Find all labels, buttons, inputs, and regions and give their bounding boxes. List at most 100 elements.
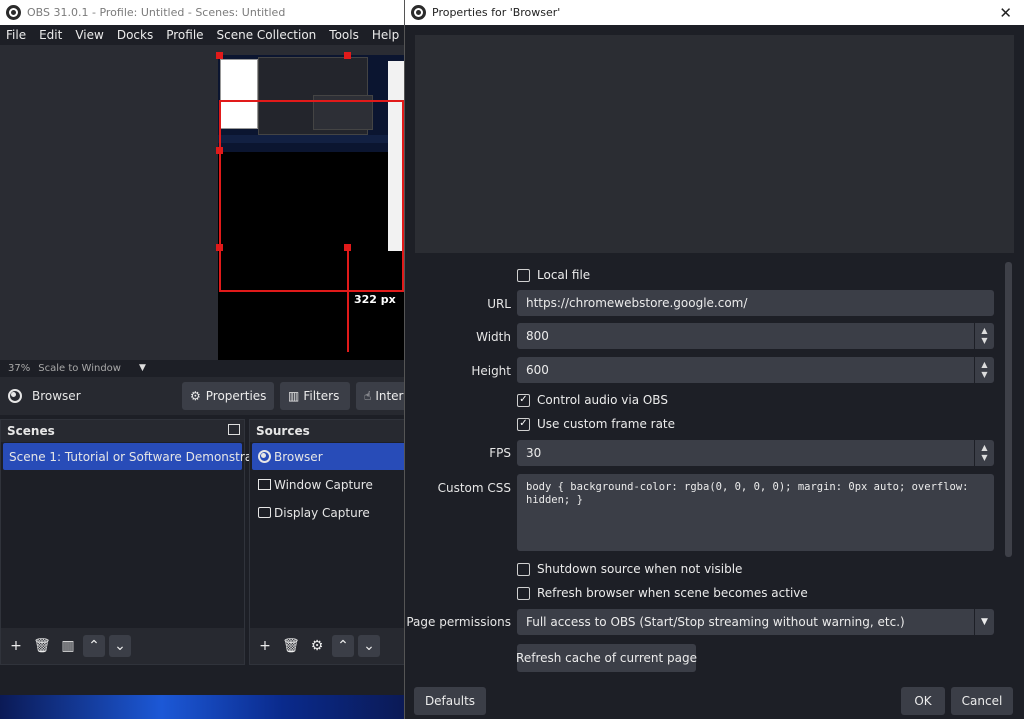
refresh-active-checkbox-row[interactable]: Refresh browser when scene becomes activ… — [517, 586, 808, 600]
fps-spinbox[interactable]: 30 ▲ ▼ — [517, 440, 994, 466]
obs-main-window: OBS 31.0.1 - Profile: Untitled - Scenes:… — [0, 0, 404, 719]
distance-guide-label: 322 px — [354, 293, 396, 306]
window-icon — [258, 479, 271, 490]
add-scene-icon[interactable]: + — [5, 635, 27, 657]
desktop-wallpaper-strip — [0, 695, 404, 719]
move-down-icon[interactable]: ⌄ — [358, 635, 380, 657]
refresh-cache-label: Refresh cache of current page — [516, 651, 697, 665]
transform-handle-top-left[interactable] — [216, 52, 223, 59]
program-preview[interactable] — [0, 45, 404, 360]
menu-view[interactable]: View — [75, 28, 103, 42]
trash-icon[interactable]: 🗑 — [280, 635, 302, 657]
control-audio-checkbox[interactable]: ✓ — [517, 393, 530, 407]
move-up-icon[interactable]: ⌃ — [83, 635, 105, 657]
width-label: Width — [476, 330, 511, 344]
source-item-browser[interactable]: Browser — [252, 443, 404, 470]
close-icon[interactable]: ✕ — [999, 4, 1012, 22]
zoom-level: 37% — [8, 362, 31, 374]
sources-dock-footer: + 🗑 ⚙ ⌃ ⌄ — [250, 628, 404, 664]
custom-fps-checkbox-row[interactable]: ✓ Use custom frame rate — [517, 417, 675, 431]
local-file-checkbox[interactable] — [517, 268, 530, 282]
control-audio-label: Control audio via OBS — [537, 393, 668, 407]
menu-bar: File Edit View Docks Profile Scene Colle… — [0, 25, 404, 45]
undock-icon[interactable] — [228, 424, 240, 435]
defaults-button[interactable]: Defaults — [414, 687, 486, 715]
filters-icon: ▥ — [288, 389, 300, 403]
gear-icon[interactable]: ⚙ — [306, 635, 328, 657]
ok-button[interactable]: OK — [901, 687, 945, 715]
refresh-cache-button[interactable]: Refresh cache of current page — [516, 644, 697, 672]
menu-edit[interactable]: Edit — [39, 28, 62, 42]
permissions-select[interactable]: Full access to OBS (Start/Stop streaming… — [517, 609, 994, 635]
spin-arrows-icon[interactable]: ▲ ▼ — [974, 440, 994, 466]
cancel-button[interactable]: Cancel — [951, 687, 1013, 715]
url-input[interactable]: https://chromewebstore.google.com/ — [517, 290, 994, 316]
trash-icon[interactable]: 🗑 — [31, 635, 53, 657]
menu-file[interactable]: File — [6, 28, 26, 42]
ok-label: OK — [914, 694, 932, 708]
chevron-down-icon[interactable]: ▼ — [139, 363, 146, 373]
chevron-down-icon[interactable]: ▼ — [974, 609, 994, 635]
menu-docks[interactable]: Docks — [117, 28, 153, 42]
scenes-dock: Scenes Scene 1: Tutorial or Software Dem… — [0, 419, 275, 665]
custom-fps-label: Use custom frame rate — [537, 417, 676, 431]
source-item-label: Window Capture — [274, 477, 373, 492]
properties-button-label: Properties — [205, 389, 267, 403]
transform-handle-left[interactable] — [216, 147, 223, 154]
transform-bounding-box[interactable] — [219, 100, 404, 292]
menu-help[interactable]: Help — [372, 28, 399, 42]
source-preview — [415, 35, 1014, 253]
globe-icon — [258, 450, 271, 463]
fps-value: 30 — [526, 446, 542, 460]
local-file-checkbox-row[interactable]: Local file — [517, 268, 590, 282]
scenes-dock-header: Scenes — [1, 420, 244, 442]
add-source-icon[interactable]: + — [254, 635, 276, 657]
move-up-icon[interactable]: ⌃ — [332, 635, 354, 657]
height-value: 600 — [526, 363, 549, 377]
filters-button[interactable]: ▥ Filters — [280, 382, 350, 410]
shutdown-checkbox[interactable] — [517, 562, 530, 576]
url-label: URL — [487, 297, 511, 311]
source-item-display-capture[interactable]: Display Capture — [252, 499, 404, 526]
refresh-active-checkbox[interactable] — [517, 586, 530, 600]
source-toolbar: Browser ⚙ Properties ▥ Filters ☝ Interac… — [0, 377, 404, 415]
interact-button-label: Interact — [375, 389, 404, 403]
height-label: Height — [471, 364, 511, 378]
width-spinbox[interactable]: 800 ▲ ▼ — [517, 323, 994, 349]
dialog-titlebar: Properties for 'Browser' ✕ — [405, 0, 1024, 25]
menu-tools[interactable]: Tools — [329, 28, 359, 42]
url-value: https://chromewebstore.google.com/ — [526, 296, 748, 310]
refresh-active-label: Refresh browser when scene becomes activ… — [537, 586, 808, 600]
custom-fps-checkbox[interactable]: ✓ — [517, 417, 530, 431]
fps-label: FPS — [489, 446, 511, 460]
move-down-icon[interactable]: ⌄ — [109, 635, 131, 657]
scale-mode-select[interactable]: Scale to Window — [38, 363, 121, 374]
menu-scene-collection[interactable]: Scene Collection — [217, 28, 317, 42]
spin-arrows-icon[interactable]: ▲ ▼ — [974, 357, 994, 383]
shutdown-checkbox-row[interactable]: Shutdown source when not visible — [517, 562, 742, 576]
main-window-title: OBS 31.0.1 - Profile: Untitled - Scenes:… — [27, 6, 286, 19]
obs-logo-icon — [6, 5, 21, 20]
preview-scale-bar: 37% Scale to Window ▼ — [0, 360, 404, 376]
height-spinbox[interactable]: 600 ▲ ▼ — [517, 357, 994, 383]
scene-item[interactable]: Scene 1: Tutorial or Software Demonstrat… — [3, 443, 275, 470]
width-value: 800 — [526, 329, 549, 343]
main-titlebar: OBS 31.0.1 - Profile: Untitled - Scenes:… — [0, 0, 404, 25]
defaults-label: Defaults — [424, 694, 476, 708]
gear-icon: ⚙ — [190, 389, 201, 403]
source-item-window-capture[interactable]: Window Capture — [252, 471, 404, 498]
interact-button[interactable]: ☝ Interact — [356, 382, 404, 410]
control-audio-checkbox-row[interactable]: ✓ Control audio via OBS — [517, 393, 668, 407]
scrollbar-thumb[interactable] — [1005, 262, 1012, 557]
spin-arrows-icon[interactable]: ▲ ▼ — [974, 323, 994, 349]
filters-button-label: Filters — [303, 389, 340, 403]
scene-filters-icon[interactable]: ▥ — [57, 635, 79, 657]
menu-profile[interactable]: Profile — [166, 28, 203, 42]
transform-handle-top[interactable] — [344, 52, 351, 59]
properties-button[interactable]: ⚙ Properties — [182, 382, 274, 410]
transform-handle-bottom-left[interactable] — [216, 244, 223, 251]
scenes-dock-title: Scenes — [7, 424, 55, 438]
custom-css-textarea[interactable]: body { background-color: rgba(0, 0, 0, 0… — [517, 474, 994, 551]
custom-css-label: Custom CSS — [437, 481, 511, 495]
shutdown-label: Shutdown source when not visible — [537, 562, 743, 576]
